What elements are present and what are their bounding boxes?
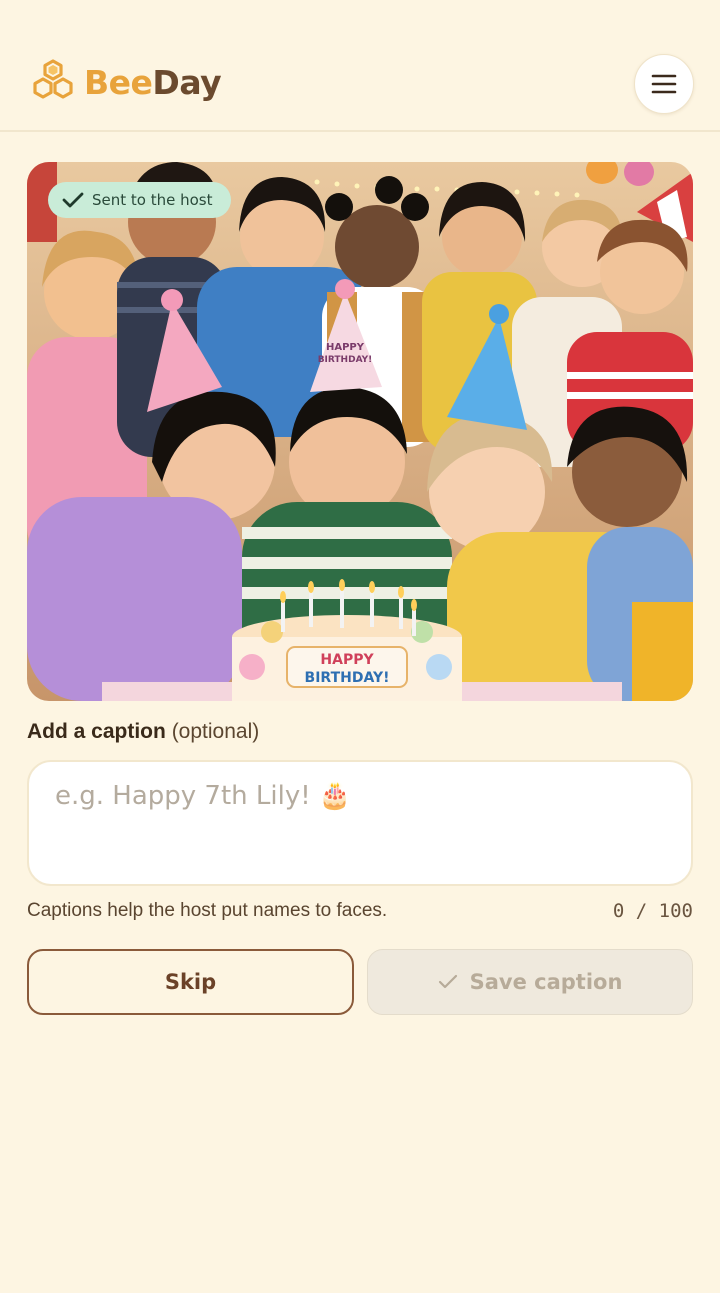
- caption-field[interactable]: [27, 760, 693, 886]
- menu-button[interactable]: [634, 54, 694, 114]
- save-caption-button[interactable]: Save caption: [367, 949, 693, 1015]
- skip-button-label: Skip: [164, 970, 217, 994]
- check-icon: [438, 974, 457, 989]
- party-photo: HAPPY BIRTHDAY! HAPPY BIRTHDAY!: [27, 162, 693, 701]
- cake-text-line2: BIRTHDAY!: [305, 670, 390, 686]
- caption-input[interactable]: [53, 780, 667, 812]
- brand-logo[interactable]: BeeDay: [28, 56, 222, 108]
- hat-text-line2: BIRTHDAY!: [318, 355, 373, 365]
- sent-status-text: Sent to the host: [92, 191, 213, 209]
- brand-name: BeeDay: [84, 62, 222, 102]
- caption-label: Add a caption (optional): [27, 720, 259, 744]
- skip-button[interactable]: Skip: [27, 949, 354, 1015]
- hat-text-line1: HAPPY: [326, 342, 365, 353]
- caption-hint: Captions help the host put names to face…: [27, 900, 388, 921]
- caption-label-bold: Add a caption: [27, 720, 166, 743]
- caption-label-optional: (optional): [171, 720, 260, 743]
- caption-char-counter: 0 / 100: [612, 900, 693, 922]
- hamburger-menu-icon: [651, 74, 677, 94]
- save-caption-label: Save caption: [469, 970, 623, 994]
- cake-text-line1: HAPPY: [320, 652, 374, 668]
- sent-status-badge: Sent to the host: [48, 182, 231, 218]
- app-header: BeeDay: [0, 0, 720, 132]
- honeycomb-icon: [33, 59, 73, 99]
- brand-name-second: Day: [152, 62, 222, 102]
- party-photo-illustration: HAPPY BIRTHDAY! HAPPY BIRTHDAY!: [27, 162, 693, 701]
- check-icon: [62, 192, 84, 208]
- brand-name-first: Bee: [84, 62, 153, 102]
